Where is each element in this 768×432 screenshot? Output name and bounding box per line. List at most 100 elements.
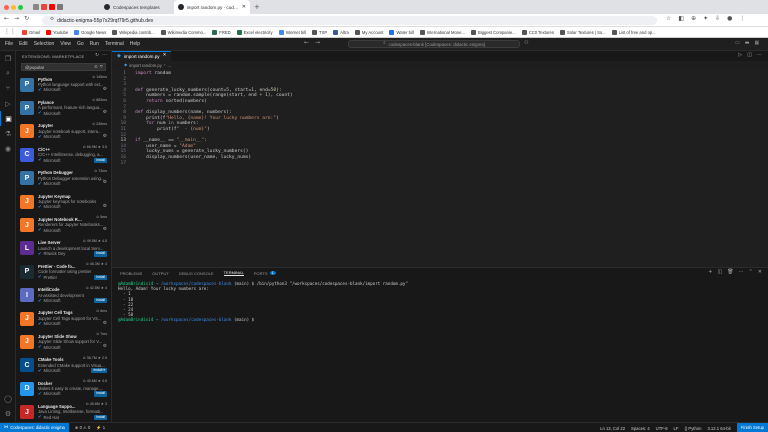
- tab-ports[interactable]: PORTS: [254, 271, 268, 276]
- status-item[interactable]: LF: [674, 426, 679, 431]
- extension-icon[interactable]: ◧: [678, 16, 684, 22]
- bookmark-item[interactable]: Excel electricity: [236, 29, 273, 35]
- forward-icon[interactable]: →: [14, 16, 19, 22]
- tab-problems[interactable]: PROBLEMS: [120, 271, 142, 276]
- install-button[interactable]: Install: [94, 274, 107, 280]
- refresh-icon[interactable]: ↻: [95, 53, 99, 59]
- code-line[interactable]: def display_numbers(name, numbers):: [135, 110, 232, 115]
- clear-search-icon[interactable]: ☰: [94, 65, 98, 69]
- editor-tab-import-random[interactable]: ◆ import random.py ✕: [112, 51, 172, 61]
- close-tab-icon[interactable]: ✕: [163, 54, 167, 59]
- browser-tab-codespaces-templates[interactable]: Codespaces templates: [100, 0, 174, 14]
- manage-extension-gear-icon[interactable]: ⚙: [103, 134, 107, 140]
- extension-item[interactable]: C CMake Tools Extended CMake support in Vi…: [16, 354, 111, 377]
- panel-more-icon[interactable]: ⋯: [739, 270, 744, 275]
- extension-item[interactable]: D Docker Makes it easy to create, manage,.…: [16, 377, 111, 400]
- status-item[interactable]: Ln 13, Col 22: [600, 426, 625, 431]
- run-debug-icon[interactable]: ▷: [0, 96, 16, 111]
- split-editor-icon[interactable]: ◫: [747, 53, 752, 58]
- extension-item[interactable]: J Language Suppo... Java Linting, Intellis…: [16, 400, 111, 423]
- minimize-window-icon[interactable]: [11, 4, 16, 10]
- menu-edit[interactable]: Edit: [19, 41, 28, 47]
- status-item[interactable]: UTF-8: [656, 426, 668, 431]
- bookmark-item[interactable]: Wikipedia contrib...: [112, 29, 155, 35]
- testing-icon[interactable]: ⚗: [0, 126, 16, 141]
- new-terminal-icon[interactable]: +: [708, 270, 712, 275]
- pinned-tab-youtube-icon[interactable]: [49, 4, 55, 10]
- code-line[interactable]: if __name__ == "__main__":: [135, 138, 207, 143]
- filter-icon[interactable]: ⛛: [100, 65, 103, 69]
- bookmark-item[interactable]: Biggest Companie...: [470, 29, 516, 35]
- menu-run[interactable]: Run: [90, 41, 99, 47]
- bookmark-item[interactable]: My Account: [354, 29, 383, 35]
- maximize-window-icon[interactable]: [18, 4, 23, 10]
- nav-back-icon[interactable]: ←: [304, 40, 309, 46]
- tab-output[interactable]: OUTPUT: [152, 271, 168, 276]
- site-info-icon[interactable]: ⚙: [50, 18, 54, 23]
- back-icon[interactable]: ←: [4, 16, 9, 22]
- search-view-icon[interactable]: ⌕: [0, 66, 16, 81]
- layout-sidebar-icon[interactable]: ▭: [735, 41, 740, 46]
- code-line[interactable]: numbers = random.sample(range(start, end…: [135, 93, 293, 98]
- bookmark-item[interactable]: Youtube: [45, 29, 68, 35]
- split-terminal-icon[interactable]: ◫: [718, 270, 723, 275]
- ports-indicator[interactable]: ⚡ 1: [96, 425, 105, 431]
- command-center[interactable]: ⌕ codespaces-blank [Codespaces: didactic…: [348, 40, 520, 48]
- install-button[interactable]: Install: [94, 297, 107, 304]
- manage-extension-gear-icon[interactable]: ⚙: [103, 321, 107, 327]
- bookmark-item[interactable]: Altra: [333, 29, 349, 35]
- bookmark-item[interactable]: Gmail: [22, 29, 40, 35]
- bookmark-item[interactable]: Water bill: [389, 29, 414, 35]
- source-control-icon[interactable]: ⑂: [0, 81, 16, 96]
- extension-item[interactable]: JJupyter Notebook Rende...Renderers for …: [16, 213, 111, 236]
- extension-item[interactable]: J Jupyter Slide Show Jupyter Slide Show su…: [16, 330, 111, 353]
- apps-grid-icon[interactable]: ⋮⋮: [4, 29, 16, 35]
- extension-item[interactable]: L Live Server Launch a development local S…: [16, 237, 111, 260]
- extension-item[interactable]: P Python Debugger Python Debugger extensio…: [16, 167, 111, 190]
- code-line[interactable]: lucky_nums = generate_lucky_numbers(): [135, 149, 248, 154]
- bookmark-item[interactable]: Google News: [74, 29, 106, 35]
- layout-customize-icon[interactable]: ▦: [754, 41, 759, 46]
- tab-terminal[interactable]: TERMINAL: [223, 270, 244, 276]
- close-panel-icon[interactable]: ✕: [758, 270, 762, 275]
- maximize-panel-icon[interactable]: ⌃: [749, 270, 753, 275]
- close-window-icon[interactable]: [4, 4, 9, 10]
- nav-forward-icon[interactable]: →: [315, 40, 320, 46]
- bookmark-item[interactable]: International Mone...: [419, 29, 465, 35]
- editor-more-icon[interactable]: ⋯: [757, 53, 762, 58]
- close-tab-icon[interactable]: ✕: [242, 4, 246, 10]
- code-editor[interactable]: 1 import random 2 3 4 def generate_lucky_numb…: [112, 69, 768, 267]
- tab-debug-console[interactable]: DEBUG CONSOLE: [179, 271, 214, 276]
- pinned-tab-icon[interactable]: [57, 4, 63, 10]
- code-line[interactable]: print(f" - {num}"): [135, 127, 210, 132]
- manage-gear-icon[interactable]: ⚙: [0, 406, 16, 421]
- bookmark-item[interactable]: Wikimedia Commo...: [160, 29, 206, 35]
- install-button[interactable]: Install: [94, 391, 107, 397]
- breadcrumb-symbol[interactable]: ...: [168, 63, 172, 68]
- remote-indicator[interactable]: ⋈ Codespaces: didactic enigma: [0, 422, 69, 432]
- manage-extension-gear-icon[interactable]: ⚙: [103, 228, 107, 233]
- breadcrumb-file[interactable]: import random.py: [129, 63, 162, 68]
- extension-item[interactable]: J Jupyter Jupyter notebook support, intera…: [16, 120, 111, 143]
- extension-item[interactable]: P Python Python language support with ext.…: [16, 73, 111, 96]
- layout-panel-icon[interactable]: ▬: [745, 41, 750, 46]
- code-line[interactable]: for num in numbers:: [135, 121, 199, 126]
- code-line[interactable]: import random: [135, 71, 171, 76]
- extension-item[interactable]: C C/C++ C/C++ IntelliSense, debugging, a..…: [16, 143, 111, 166]
- menu-terminal[interactable]: Terminal: [105, 41, 124, 47]
- manage-extension-gear-icon[interactable]: ⚙: [103, 344, 107, 350]
- menu-help[interactable]: Help: [130, 41, 140, 47]
- pinned-tab-gmail-icon[interactable]: [41, 4, 47, 10]
- menu-file[interactable]: File: [5, 41, 13, 47]
- extension-search-input[interactable]: @popular ☰ ⛛: [21, 63, 106, 71]
- code-line[interactable]: return sorted(numbers): [135, 99, 207, 104]
- bookmark-item[interactable]: FRED: [212, 29, 231, 35]
- github-view-icon[interactable]: ◉: [0, 141, 16, 156]
- menu-view[interactable]: View: [60, 41, 71, 47]
- install-button[interactable]: Install: [94, 414, 107, 421]
- extension-item[interactable]: J Jupyter Cell Tags Jupyter Cell Tags supp…: [16, 307, 111, 330]
- code-line[interactable]: display_numbers(user_name, lucky_nums): [135, 155, 251, 160]
- bookmark-star-icon[interactable]: ☆: [666, 16, 671, 22]
- bookmark-item[interactable]: TSP: [312, 29, 327, 35]
- install-button[interactable]: Install: [94, 157, 107, 163]
